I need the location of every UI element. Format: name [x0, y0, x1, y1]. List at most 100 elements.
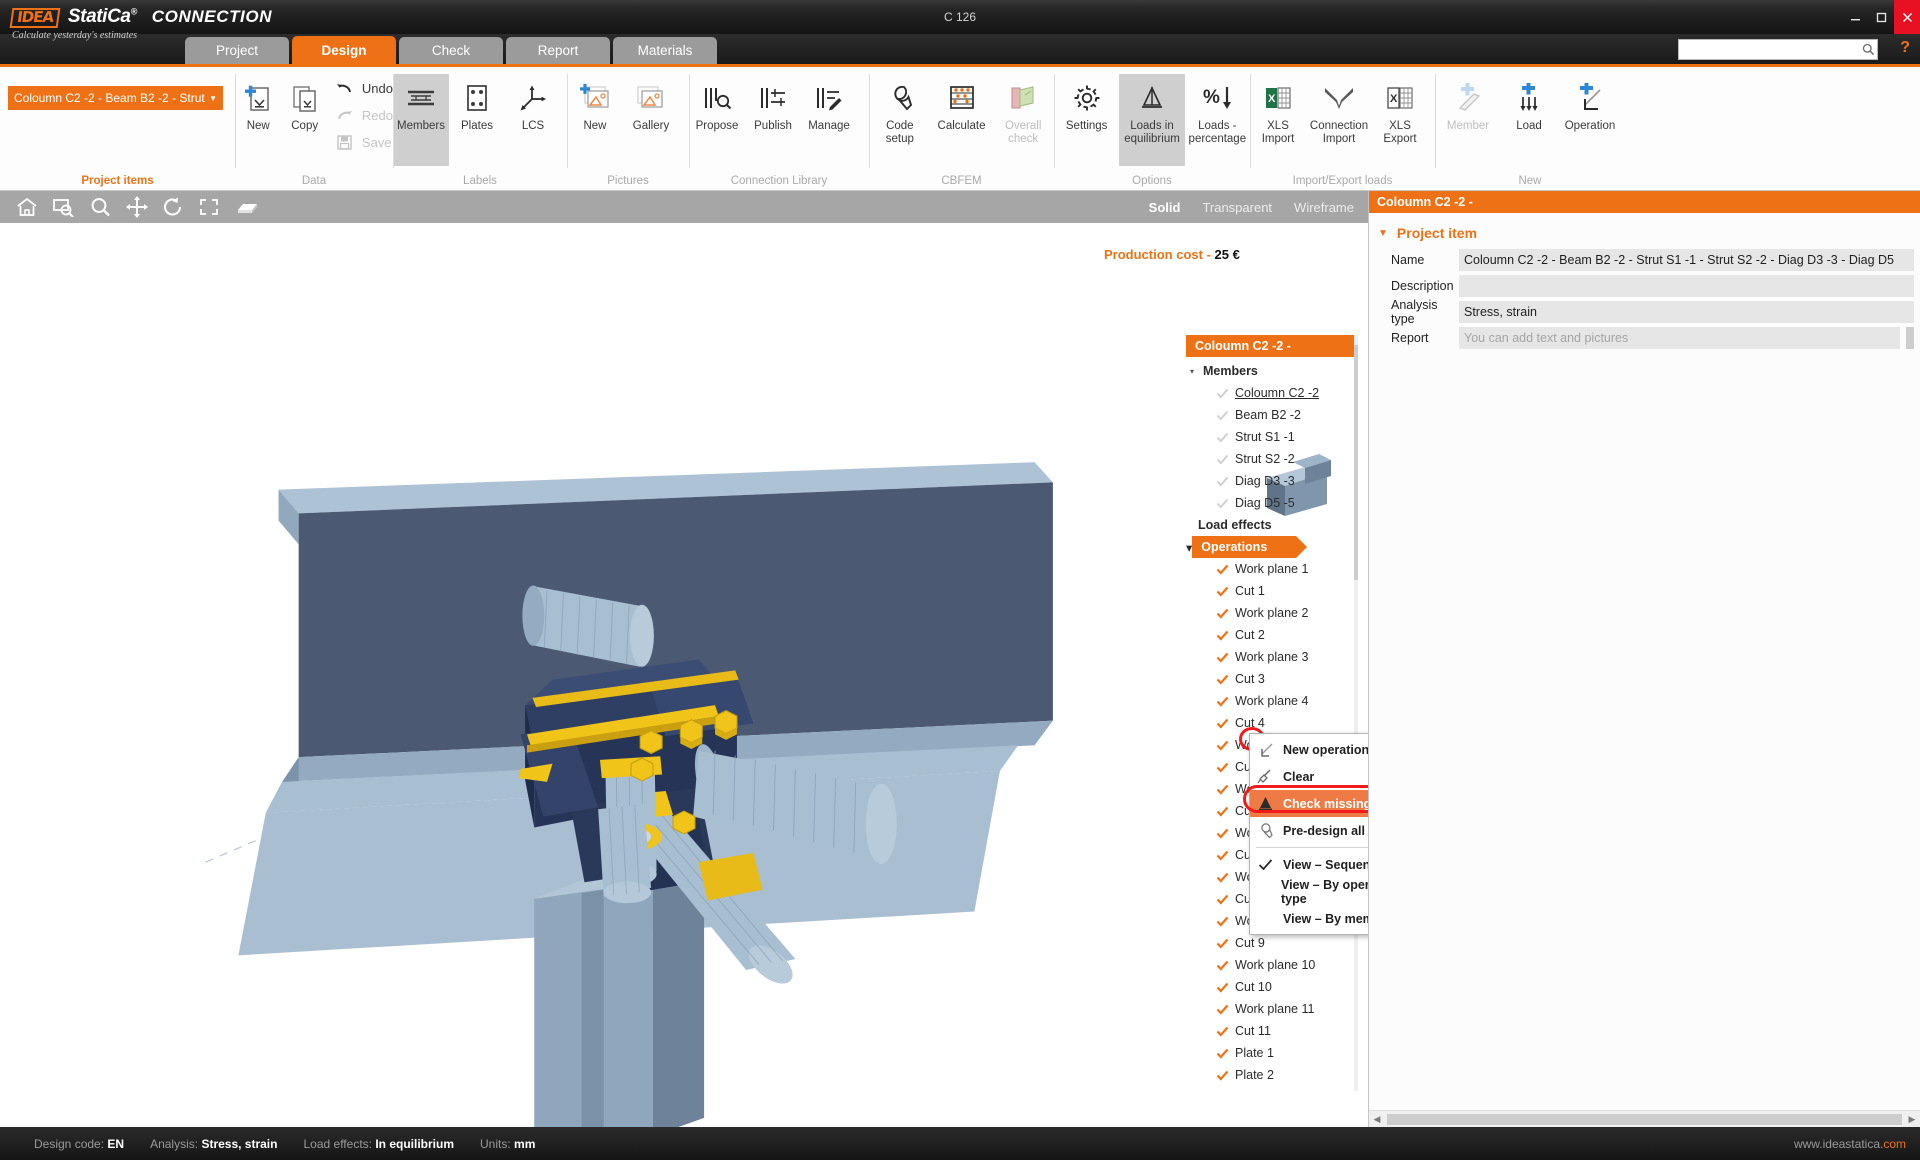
check-icon[interactable] — [1215, 629, 1230, 642]
check-icon[interactable] — [1215, 915, 1230, 928]
tree-item-operation[interactable]: Work plane 2 — [1186, 602, 1358, 624]
tree-header-connection[interactable]: Coloumn C2 -2 - — [1186, 335, 1358, 357]
tree-item-operation[interactable]: Work plane 4 — [1186, 690, 1358, 712]
close-button[interactable] — [1894, 0, 1920, 34]
context-menu-item-view-sequential[interactable]: View – Sequential — [1250, 851, 1368, 878]
check-icon[interactable] — [1215, 805, 1230, 818]
check-icon[interactable] — [1215, 1025, 1230, 1038]
steel-connection-3d-model[interactable] — [0, 223, 1368, 1127]
tree-item-member[interactable]: Coloumn C2 -2 — [1186, 382, 1358, 404]
tree-item-operation[interactable]: Work plane 10 — [1186, 954, 1358, 976]
collapse-arrow-icon[interactable]: ▾ — [1186, 367, 1198, 376]
context-menu-item-pre-design-all[interactable]: Pre-design all — [1250, 817, 1368, 844]
tree-item-operation[interactable]: Plate 1 — [1186, 1042, 1358, 1064]
check-icon[interactable] — [1215, 673, 1230, 686]
help-button[interactable]: ? — [1900, 39, 1910, 57]
tab-materials[interactable]: Materials — [613, 37, 717, 64]
zoom-window-icon[interactable] — [52, 197, 76, 217]
check-icon[interactable] — [1215, 387, 1230, 400]
tree-item-operation[interactable]: Cut 11 — [1186, 1020, 1358, 1042]
check-icon[interactable] — [1215, 1003, 1230, 1016]
manage-button[interactable]: Manage — [801, 74, 857, 133]
settings-button[interactable]: Settings — [1054, 74, 1119, 133]
plates-labels-button[interactable]: Plates — [449, 74, 505, 133]
check-icon[interactable] — [1215, 761, 1230, 774]
tab-project[interactable]: Project — [185, 37, 289, 64]
lcs-button[interactable]: LCS — [505, 74, 561, 133]
tree-item-operation[interactable]: Cut 10 — [1186, 976, 1358, 998]
tree-item-operation[interactable]: Work plane 11 — [1186, 998, 1358, 1020]
propose-button[interactable]: Propose — [689, 74, 745, 133]
loads-in-equilibrium-button[interactable]: Loads in equilibrium — [1119, 74, 1184, 166]
check-icon[interactable] — [1215, 783, 1230, 796]
tree-item-member[interactable]: Strut S1 -1 — [1186, 426, 1358, 448]
property-value-name[interactable]: Coloumn C2 -2 - Beam B2 -2 - Strut S1 -1… — [1459, 249, 1914, 271]
loads-percentage-button[interactable]: % Loads - percentage — [1185, 74, 1250, 145]
properties-horizontal-scrollbar[interactable]: ◀ ▶ — [1369, 1110, 1920, 1127]
tree-item-operation[interactable]: Cut 9 — [1186, 932, 1358, 954]
rotate-icon[interactable] — [162, 197, 184, 217]
view-mode-wireframe[interactable]: Wireframe — [1294, 200, 1354, 215]
tree-item-operation[interactable]: Plate 3 — [1186, 1086, 1358, 1091]
check-icon[interactable] — [1215, 1069, 1230, 1082]
new-project-item-button[interactable]: New — [235, 74, 281, 133]
publish-button[interactable]: Publish — [745, 74, 801, 133]
save-button[interactable]: Save — [334, 130, 393, 155]
undo-button[interactable]: Undo — [334, 76, 393, 101]
context-menu-item-view-by-member[interactable]: View – By member — [1250, 905, 1368, 932]
check-icon[interactable] — [1215, 739, 1230, 752]
check-icon[interactable] — [1215, 849, 1230, 862]
connection-import-button[interactable]: Connection Import — [1306, 74, 1372, 145]
check-icon[interactable] — [1215, 1047, 1230, 1060]
minimize-button[interactable] — [1842, 0, 1868, 34]
view-cube-icon[interactable] — [234, 197, 260, 217]
tree-item-operation[interactable]: Cut 3 — [1186, 668, 1358, 690]
check-icon[interactable] — [1215, 695, 1230, 708]
tree-item-operation[interactable]: Cut 2 — [1186, 624, 1358, 646]
check-icon[interactable] — [1215, 475, 1230, 488]
check-icon[interactable] — [1215, 585, 1230, 598]
property-value-report[interactable]: You can add text and pictures — [1459, 327, 1900, 349]
check-icon[interactable] — [1215, 409, 1230, 422]
context-menu-item-check-missing-welds[interactable]: Check missing welds — [1250, 790, 1368, 817]
chevron-down-icon[interactable]: ▼ — [1378, 228, 1388, 239]
tree-scrollbar-thumb[interactable] — [1354, 345, 1358, 580]
home-icon[interactable] — [16, 197, 38, 217]
tab-check[interactable]: Check — [399, 37, 503, 64]
redo-button[interactable]: Redo — [334, 103, 393, 128]
check-icon[interactable] — [1215, 959, 1230, 972]
fit-to-screen-icon[interactable] — [198, 197, 220, 217]
check-icon[interactable] — [1215, 871, 1230, 884]
report-scrollbar[interactable] — [1906, 327, 1914, 349]
tab-design[interactable]: Design — [292, 36, 396, 64]
scroll-right-icon[interactable]: ▶ — [1904, 1114, 1920, 1125]
tree-item-member[interactable]: Diag D5 -5 — [1186, 492, 1358, 514]
tree-item-operation[interactable]: Plate 2 — [1186, 1064, 1358, 1086]
view-mode-solid[interactable]: Solid — [1149, 200, 1181, 215]
check-icon[interactable] — [1215, 717, 1230, 730]
project-item-selector[interactable]: Coloumn C2 -2 - Beam B2 -2 - Strut S ▼ — [8, 86, 223, 110]
check-icon[interactable] — [1215, 1091, 1230, 1092]
model-canvas[interactable]: Production cost - 25 € Coloumn C2 -2 - — [0, 223, 1368, 1127]
add-operation-button[interactable]: Operation — [1557, 74, 1623, 133]
tree-item-operation[interactable]: Work plane 1 — [1186, 558, 1358, 580]
property-value-analysis-type[interactable]: Stress, strain — [1459, 301, 1914, 323]
tab-report[interactable]: Report — [506, 37, 610, 64]
check-icon[interactable] — [1215, 431, 1230, 444]
xls-import-button[interactable]: X XLS Import — [1250, 74, 1306, 145]
check-icon[interactable] — [1215, 453, 1230, 466]
gallery-button[interactable]: Gallery — [623, 74, 679, 133]
check-icon[interactable] — [1215, 981, 1230, 994]
check-icon[interactable] — [1215, 827, 1230, 840]
tree-item-operation[interactable]: Work plane 3 — [1186, 646, 1358, 668]
copy-project-item-button[interactable]: Copy — [281, 74, 327, 133]
members-labels-button[interactable]: Members — [393, 74, 449, 166]
tree-scrollbar[interactable] — [1354, 335, 1358, 1091]
check-icon[interactable] — [1215, 497, 1230, 510]
tree-item-member[interactable]: Diag D3 -3 — [1186, 470, 1358, 492]
maximize-button[interactable] — [1868, 0, 1894, 34]
tree-node-load-effects[interactable]: Load effects — [1186, 514, 1358, 536]
tree-item-member[interactable]: Beam B2 -2 — [1186, 404, 1358, 426]
tree-node-members[interactable]: ▾ Members — [1186, 360, 1358, 382]
check-icon[interactable] — [1215, 937, 1230, 950]
